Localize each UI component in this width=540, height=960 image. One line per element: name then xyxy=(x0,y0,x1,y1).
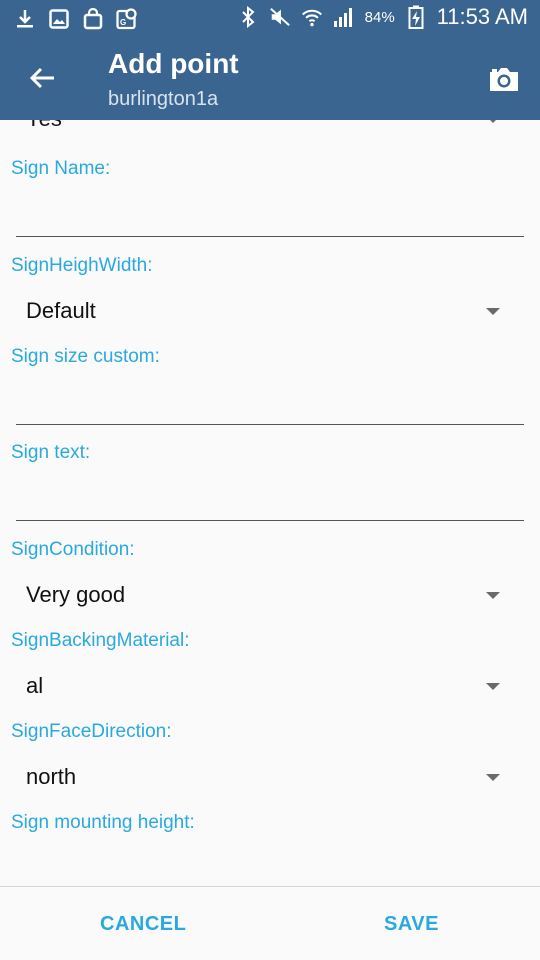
page-title: Add point xyxy=(108,48,239,79)
sign-text-input[interactable] xyxy=(16,481,524,521)
bluetooth-icon xyxy=(237,5,259,29)
point-form[interactable]: Yes Sign Name: SignHeighWidth: Default S… xyxy=(0,120,540,885)
sign-condition-spinner[interactable]: Very good xyxy=(0,574,540,618)
spinner-value: Yes xyxy=(26,120,62,132)
sign-name-label: Sign Name: xyxy=(11,158,111,179)
dropdown-arrow-icon xyxy=(486,120,500,123)
sign-text-label: Sign text: xyxy=(11,442,91,463)
app-bar: G 84% 11:53 AM Add point burlington1a xyxy=(0,0,540,120)
camera-button[interactable] xyxy=(484,60,524,100)
sign-face-direction-spinner[interactable]: north xyxy=(0,756,540,800)
image-icon xyxy=(48,7,70,31)
clock: 11:53 AM xyxy=(436,4,528,29)
action-bar: CANCEL SAVE xyxy=(0,886,540,960)
signal-icon xyxy=(333,5,355,29)
svg-text:G: G xyxy=(120,18,126,27)
map-pin-icon: G xyxy=(116,7,138,31)
partial-spinner[interactable]: Yes xyxy=(0,120,540,142)
sign-height-width-spinner[interactable]: Default xyxy=(0,290,540,334)
mute-icon xyxy=(269,5,291,29)
status-bar: G 84% 11:53 AM xyxy=(0,0,540,38)
arrow-left-icon xyxy=(29,67,54,89)
save-button[interactable]: SAVE xyxy=(384,913,439,936)
spinner-value: Default xyxy=(26,298,96,323)
dropdown-arrow-icon xyxy=(486,774,500,781)
spinner-value: al xyxy=(26,673,44,698)
spinner-value: Very good xyxy=(26,582,126,607)
sign-condition-label: SignCondition: xyxy=(11,539,135,560)
sign-face-direction-label: SignFaceDirection: xyxy=(11,721,172,742)
wifi-icon xyxy=(301,5,323,29)
page-subtitle: burlington1a xyxy=(108,88,219,110)
add-point-screen: G 84% 11:53 AM Add point burlington1a Si… xyxy=(0,0,540,960)
sign-backing-material-spinner[interactable]: al xyxy=(0,665,540,709)
camera-icon xyxy=(490,68,518,91)
cancel-button[interactable]: CANCEL xyxy=(100,913,186,936)
dropdown-arrow-icon xyxy=(486,683,500,690)
sign-name-input[interactable] xyxy=(16,197,524,237)
sign-mounting-height-input[interactable] xyxy=(16,851,524,885)
sign-height-width-label: SignHeighWidth: xyxy=(11,255,153,276)
sign-size-custom-input[interactable] xyxy=(16,385,524,425)
battery-percent: 84% xyxy=(364,8,395,26)
spinner-value: north xyxy=(26,764,77,789)
dropdown-arrow-icon xyxy=(486,592,500,599)
sign-size-custom-label: Sign size custom: xyxy=(11,346,160,367)
dropdown-arrow-icon xyxy=(486,308,500,315)
sign-backing-material-label: SignBackingMaterial: xyxy=(11,630,190,651)
shopping-bag-icon xyxy=(82,7,104,31)
back-button[interactable] xyxy=(22,58,62,98)
download-icon xyxy=(14,7,36,31)
sign-mounting-height-label: Sign mounting height: xyxy=(11,812,195,833)
battery-charging-icon xyxy=(405,5,427,29)
